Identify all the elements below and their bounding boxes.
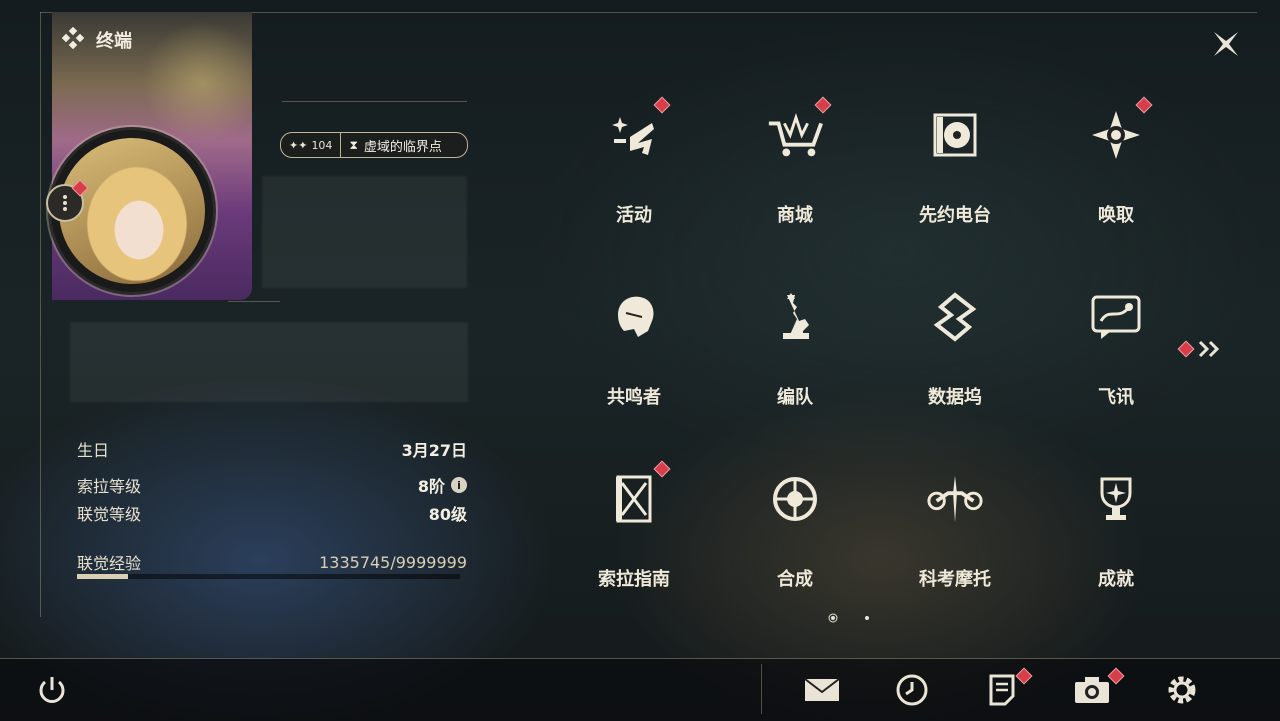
menu-item-guide-book[interactable]: 索拉指南	[564, 459, 704, 609]
stat-birthday: 生日 3月27日	[77, 437, 467, 461]
menu-item-compass-star[interactable]: 唤取	[1046, 95, 1186, 245]
stat-union-exp: 联觉经验 1335745/9999999	[77, 550, 467, 574]
data-dock-icon	[925, 287, 985, 347]
terminal-icon	[61, 26, 85, 53]
hourglass-icon: ⧗	[349, 137, 358, 152]
menu-item-trophy[interactable]: 成就	[1046, 459, 1186, 609]
name-id-redacted	[262, 176, 467, 288]
shop-cart-icon	[765, 105, 825, 165]
compass-star-icon	[1086, 105, 1146, 165]
guide-book-icon	[604, 469, 664, 529]
more-icon	[63, 195, 67, 211]
menu-item-data-dock[interactable]: 数据坞	[885, 277, 1025, 427]
close-icon	[1214, 32, 1238, 56]
exp-value: 1335745/9999999	[319, 552, 467, 572]
menu-item-shop-cart[interactable]: 商城	[725, 95, 865, 245]
info-divider-mid	[228, 301, 280, 302]
page-title: 终端	[96, 31, 132, 52]
character-head-icon	[604, 287, 664, 347]
page-indicator	[828, 613, 872, 623]
title-name-group: ⧗ 虚域的临界点	[341, 136, 441, 155]
menu-item-label: 唤取	[1098, 205, 1134, 226]
chat-message-icon	[1086, 287, 1146, 347]
page-dot-active[interactable]	[828, 613, 838, 623]
menu-item-label: 成就	[1098, 569, 1134, 590]
motorbike-icon	[925, 469, 985, 529]
close-button[interactable]	[1204, 22, 1248, 66]
menu-item-sparkle-activity[interactable]: 活动	[564, 95, 704, 245]
menu-item-radio-record[interactable]: 先约电台	[885, 95, 1025, 245]
mail-icon	[804, 678, 840, 701]
left-frame-line	[40, 12, 41, 617]
level-indicator: ✦✦ 104	[281, 133, 342, 157]
profile-menu-button[interactable]	[46, 179, 89, 222]
menu-item-label: 飞讯	[1098, 387, 1134, 408]
exp-label: 联觉经验	[77, 554, 142, 573]
settings-gear-icon	[1168, 676, 1196, 704]
sparkle-icon: ✦✦	[289, 138, 308, 152]
page-dot[interactable]	[862, 613, 872, 623]
notes-icon	[989, 674, 1015, 706]
stat-label: 联觉等级	[77, 505, 142, 524]
double-chevron-right-icon	[1198, 340, 1220, 358]
level-value: 104	[311, 138, 333, 152]
info-divider-top	[282, 101, 467, 102]
stat-value-group: 8阶 i	[418, 473, 467, 497]
stat-label: 索拉等级	[77, 477, 142, 496]
menu-item-synthesis[interactable]: 合成	[725, 459, 865, 609]
stat-union-level: 联觉等级 80级	[77, 501, 467, 525]
stat-sola-level: 索拉等级 8阶 i	[77, 473, 467, 497]
history-button[interactable]	[892, 668, 932, 712]
section-header: 终端	[61, 26, 132, 53]
menu-item-chat-message[interactable]: 飞讯	[1046, 277, 1186, 427]
menu-item-label: 科考摩托	[919, 569, 991, 590]
notes-button[interactable]	[982, 667, 1033, 712]
menu-item-label: 合成	[777, 569, 813, 590]
mail-button[interactable]	[802, 668, 842, 712]
menu-item-label: 数据坞	[928, 387, 982, 408]
stat-value: 3月27日	[401, 441, 467, 460]
sparkle-activity-icon	[604, 105, 664, 165]
menu-item-character-head[interactable]: 共鸣者	[564, 277, 704, 427]
stat-label: 生日	[77, 441, 110, 460]
bottom-divider	[761, 664, 762, 714]
radio-record-icon	[925, 105, 985, 165]
title-name: 虚域的临界点	[363, 139, 442, 155]
trophy-icon	[1086, 469, 1146, 529]
menu-item-label: 先约电台	[919, 205, 991, 226]
settings-button[interactable]	[1162, 668, 1202, 712]
stat-value: 8阶	[417, 477, 445, 496]
notification-dot	[1177, 340, 1195, 358]
menu-item-motorbike[interactable]: 科考摩托	[885, 459, 1025, 609]
synthesis-icon	[765, 469, 825, 529]
exp-progress-fill	[77, 574, 129, 579]
next-page-button[interactable]	[1177, 340, 1222, 358]
camera-button[interactable]	[1072, 667, 1125, 712]
clock-icon	[896, 674, 928, 706]
camera-icon	[1075, 677, 1109, 703]
exp-progress-bar	[77, 574, 460, 579]
signature-redacted	[70, 322, 468, 402]
info-icon[interactable]: i	[451, 477, 467, 493]
power-button[interactable]	[32, 668, 72, 712]
menu-item-chess-team[interactable]: 编队	[725, 277, 865, 427]
menu-item-label: 共鸣者	[607, 387, 661, 408]
stat-value: 80级	[428, 505, 467, 524]
menu-item-label: 活动	[616, 205, 652, 226]
menu-item-label: 索拉指南	[598, 569, 670, 590]
chess-team-icon	[765, 287, 825, 347]
power-icon	[39, 677, 65, 703]
menu-item-label: 编队	[777, 387, 813, 408]
menu-item-label: 商城	[777, 205, 813, 226]
level-title-badge[interactable]: ✦✦ 104 ⧗ 虚域的临界点	[280, 132, 468, 158]
